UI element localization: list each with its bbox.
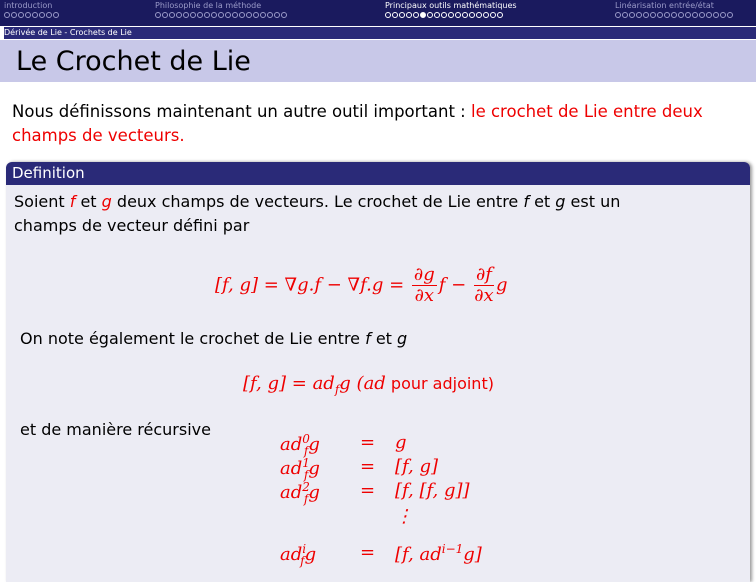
nav-frame-dot[interactable] [281,12,287,18]
nav-frame-dot[interactable] [497,12,503,18]
slide-title: Le Crochet de Lie [16,46,251,77]
definition-header: Definition [6,162,750,185]
nav-frame-dot[interactable] [190,12,196,18]
nav-section-3[interactable]: Principaux outils mathématiques [385,1,517,10]
nav-frame-dot[interactable] [53,12,59,18]
nav-frame-dot[interactable] [427,12,433,18]
nav-frame-dot[interactable] [39,12,45,18]
definition-text: Soient f et g deux champs de vecteurs. L… [14,192,621,235]
nav-frame-dot[interactable] [664,12,670,18]
nav-frame-dot[interactable] [685,12,691,18]
nav-section-1[interactable]: introduction [4,1,52,10]
nav-section-4[interactable]: Linéarisation entrée/état [615,1,714,10]
nav-frame-dot[interactable] [4,12,10,18]
recursive-lhs: ad1fg [280,456,320,482]
nav-frame-dot[interactable] [657,12,663,18]
nav-frame-dot[interactable] [385,12,391,18]
nav-section-2[interactable]: Philosophie de la méthode [155,1,261,10]
nav-section-dots [4,12,59,18]
nav-section-dots [385,12,503,18]
recursive-lhs: ad2fg [280,480,320,506]
nav-frame-dot[interactable] [434,12,440,18]
nav-frame-dot[interactable] [162,12,168,18]
nav-frame-dot[interactable] [622,12,628,18]
recursive-rhs: ⋮ [395,506,413,527]
equals-sign: = [360,456,376,477]
nav-frame-dot[interactable] [629,12,635,18]
equals-sign: = [360,480,376,501]
nav-frame-dot[interactable] [720,12,726,18]
nav-frame-dot[interactable] [469,12,475,18]
recursive-rhs: [f, g] [395,456,439,477]
nav-frame-dot[interactable] [169,12,175,18]
recursive-rhs: [f, [f, g]] [395,480,470,501]
nav-frame-dot[interactable] [650,12,656,18]
nav-frame-dot[interactable] [615,12,621,18]
nav-frame-dot[interactable] [218,12,224,18]
nav-frame-dot[interactable] [490,12,496,18]
nav-section-dots [615,12,733,18]
nav-frame-dot[interactable] [392,12,398,18]
intro-paragraph: Nous définissons maintenant un autre out… [12,102,703,145]
nav-frame-dot[interactable] [406,12,412,18]
nav-frame-dot[interactable] [483,12,489,18]
nav-frame-dot[interactable] [197,12,203,18]
nav-frame-dot[interactable] [25,12,31,18]
nav-frame-dot[interactable] [183,12,189,18]
section-navigation: introduction Philosophie de la méthode Pri… [0,0,756,26]
nav-frame-dot[interactable] [678,12,684,18]
nav-frame-dot[interactable] [211,12,217,18]
nav-frame-dot[interactable] [462,12,468,18]
nav-section-dots [155,12,287,18]
nav-frame-dot[interactable] [155,12,161,18]
equals-sign: = [360,542,376,563]
nav-frame-dot[interactable] [232,12,238,18]
subsection-title: Dérivée de Lie - Crochets de Lie [4,27,756,39]
nav-frame-dot[interactable] [260,12,266,18]
nav-frame-dot[interactable] [727,12,733,18]
nav-frame-dot[interactable] [267,12,273,18]
nav-frame-dot[interactable] [448,12,454,18]
recursive-equations: ad0fg = g ad1fg = [f, g] ad2fg = [f, [f, g]] ⋮ adi… [280,432,580,572]
nav-frame-dot[interactable] [713,12,719,18]
equals-sign: = [360,432,376,453]
lie-bracket-equation: [f, g] = ∇g.f − ∇f.g = ∂g ∂x f − ∂f ∂x g [215,264,508,306]
nav-frame-dot[interactable] [413,12,419,18]
adjoint-equation: [f, g] = adfg (ad pour adjoint) [243,373,494,397]
nav-frame-dot[interactable] [455,12,461,18]
nav-frame-dot[interactable] [225,12,231,18]
nav-frame-dot[interactable] [699,12,705,18]
nav-frame-dot[interactable] [46,12,52,18]
recursive-rhs: [f, adi−1g] [395,542,482,565]
nav-frame-dot[interactable] [441,12,447,18]
nav-frame-dot[interactable] [32,12,38,18]
recursive-lhs: ad0fg [280,432,320,458]
nav-frame-dot[interactable] [692,12,698,18]
nav-frame-dot[interactable] [636,12,642,18]
nav-frame-dot[interactable] [476,12,482,18]
nav-frame-dot[interactable] [18,12,24,18]
nav-frame-dot[interactable] [246,12,252,18]
notation-text: On note également le crochet de Lie entr… [20,329,408,348]
nav-frame-dot[interactable] [643,12,649,18]
recursive-label: et de manière récursive [20,420,211,439]
nav-frame-dot[interactable] [239,12,245,18]
nav-frame-dot[interactable] [399,12,405,18]
recursive-rhs: g [395,432,407,453]
nav-frame-dot[interactable] [253,12,259,18]
recursive-lhs: adifg [280,542,317,568]
nav-frame-dot[interactable] [176,12,182,18]
nav-frame-dot[interactable] [420,12,426,18]
nav-frame-dot[interactable] [11,12,17,18]
nav-frame-dot[interactable] [204,12,210,18]
nav-frame-dot[interactable] [706,12,712,18]
nav-frame-dot[interactable] [671,12,677,18]
nav-frame-dot[interactable] [274,12,280,18]
